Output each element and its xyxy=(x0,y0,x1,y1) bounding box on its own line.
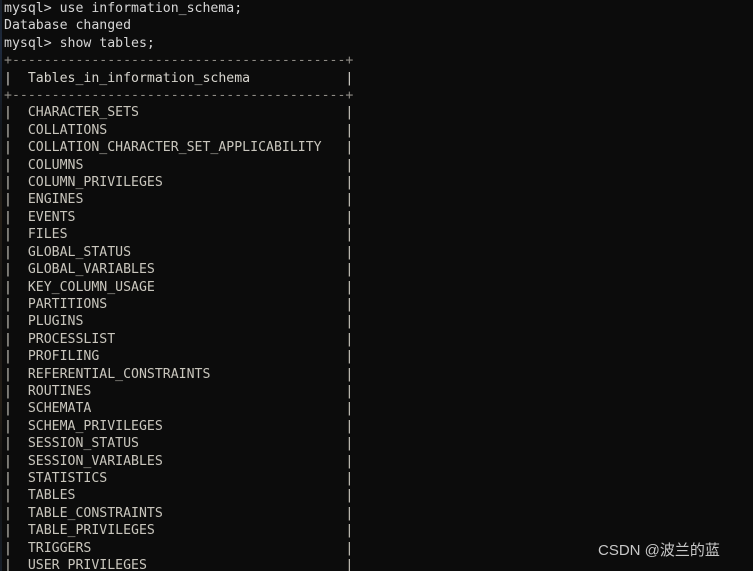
table-row: | CHARACTER_SETS | xyxy=(4,105,354,121)
table-rule: +---------------------------------------… xyxy=(4,53,354,69)
table-row: | GLOBAL_VARIABLES | xyxy=(4,262,354,278)
table-row: | FILES | xyxy=(4,227,354,243)
table-row: | COLLATIONS | xyxy=(4,122,354,138)
table-row: | REFERENTIAL_CONSTRAINTS | xyxy=(4,366,354,382)
table-row: | TABLE_PRIVILEGES | xyxy=(4,523,354,539)
table-row: | TRIGGERS | xyxy=(4,540,354,556)
table-row: | ROUTINES | xyxy=(4,383,354,399)
table-row: | SESSION_VARIABLES | xyxy=(4,453,354,469)
table-row: | SCHEMA_PRIVILEGES | xyxy=(4,418,354,434)
table-row: | TABLES | xyxy=(4,488,354,504)
table-row: | COLUMNS | xyxy=(4,157,354,173)
table-row: | PARTITIONS | xyxy=(4,296,354,312)
table-row: | GLOBAL_STATUS | xyxy=(4,244,354,260)
table-row: | COLUMN_PRIVILEGES | xyxy=(4,175,354,191)
table-row: | SCHEMATA | xyxy=(4,401,354,417)
table-row: | ENGINES | xyxy=(4,192,354,208)
table-row: | PROFILING | xyxy=(4,349,354,365)
window-left-edge-sliver xyxy=(0,0,2,571)
terminal-prompt-line: mysql> use information_schema; xyxy=(4,1,243,16)
table-row: | PROCESSLIST | xyxy=(4,331,354,347)
table-row: | SESSION_STATUS | xyxy=(4,436,354,452)
terminal-output: mysql> use information_schema; Database … xyxy=(4,0,353,571)
table-row: | EVENTS | xyxy=(4,209,354,225)
table-rule: +---------------------------------------… xyxy=(4,88,354,104)
table-row: | COLLATION_CHARACTER_SET_APPLICABILITY … xyxy=(4,140,354,156)
terminal-prompt-line: Database changed xyxy=(4,18,132,34)
terminal-window[interactable]: mysql> use information_schema; Database … xyxy=(0,0,753,571)
terminal-prompt-line: mysql> show tables; xyxy=(4,35,155,51)
table-row: | KEY_COLUMN_USAGE | xyxy=(4,279,354,295)
table-row: | STATISTICS | xyxy=(4,470,354,486)
table-row: | PLUGINS | xyxy=(4,314,354,330)
table-header-row: | Tables_in_information_schema | xyxy=(4,70,354,86)
csdn-watermark: CSDN @波兰的蓝 xyxy=(598,542,720,559)
table-row: | TABLE_CONSTRAINTS | xyxy=(4,505,354,521)
table-row: | USER_PRIVILEGES | xyxy=(4,558,354,571)
